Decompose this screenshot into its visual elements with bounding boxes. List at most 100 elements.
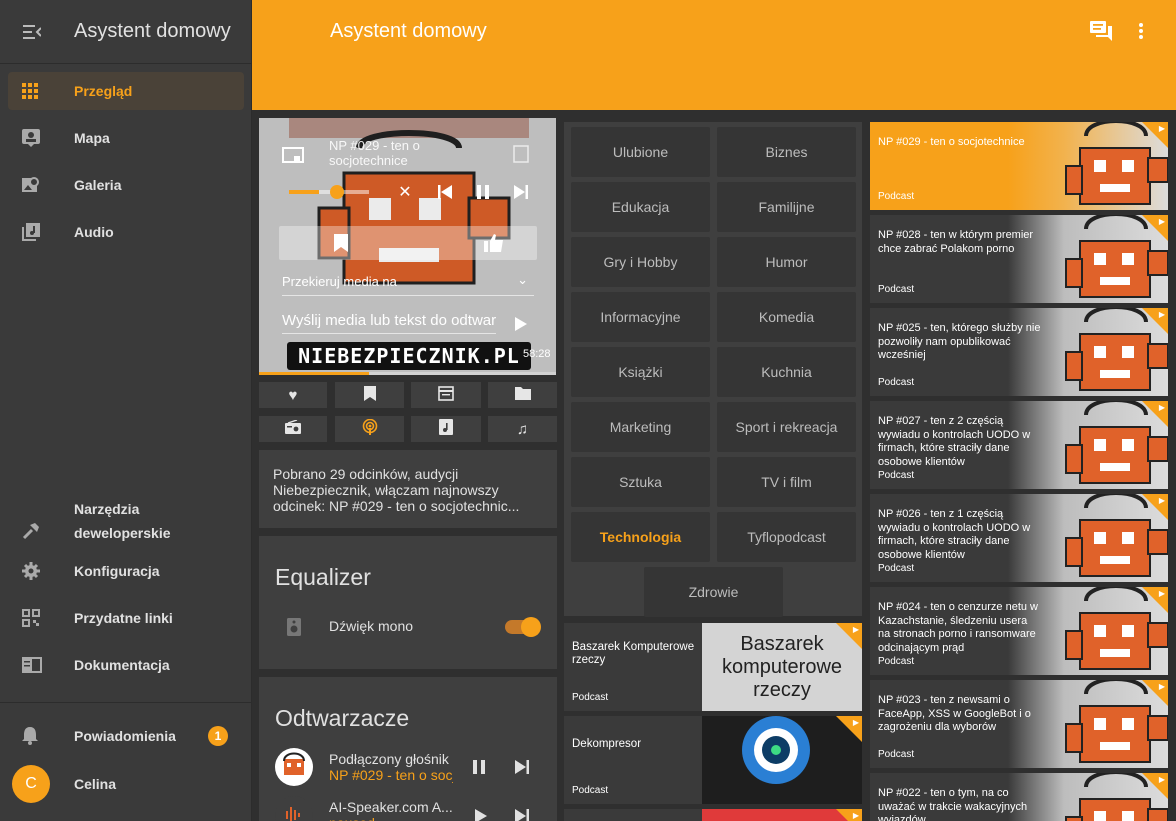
calendar-tile[interactable] (411, 382, 481, 408)
episode-tile[interactable]: NP #026 - ten z 1 częścią wywiadu o kont… (870, 494, 1168, 582)
audiobook-tile[interactable] (411, 416, 481, 442)
category-edukacja[interactable]: Edukacja (571, 182, 710, 232)
media-progress[interactable] (259, 372, 556, 375)
play-corner-icon[interactable] (836, 809, 862, 821)
sidebar-item-label: Galeria (74, 177, 122, 193)
toggle-knob (521, 617, 541, 637)
sidebar-item-map[interactable]: Mapa (8, 119, 244, 157)
music-tile[interactable]: ♫ (488, 416, 557, 442)
play-corner-icon[interactable] (1142, 494, 1168, 520)
category-sztuka[interactable]: Sztuka (571, 457, 710, 507)
play-corner-icon[interactable] (1142, 680, 1168, 706)
category-sport-i-rekreacja[interactable]: Sport i rekreacja (717, 402, 856, 452)
category-ulubione[interactable]: Ulubione (571, 127, 710, 177)
episode-tile[interactable]: NP #029 - ten o socjotechnice Podcast (870, 122, 1168, 210)
category-książki[interactable]: Książki (571, 347, 710, 397)
episode-tile[interactable]: NP #028 - ten w którym premier chce zabr… (870, 215, 1168, 303)
episode-tile[interactable]: NP #027 - ten z 2 częścią wywiadu o kont… (870, 401, 1168, 489)
skip-previous-icon[interactable] (435, 182, 455, 202)
bell-icon (8, 727, 56, 745)
mono-toggle[interactable] (505, 617, 541, 637)
send-media-input[interactable]: Wyślij media lub tekst do odtwarzacza (282, 312, 496, 334)
category-zdrowie[interactable]: Zdrowie (644, 567, 783, 617)
sidebar-item-label: Mapa (74, 130, 110, 146)
category-marketing[interactable]: Marketing (571, 402, 710, 452)
category-tyflopodcast[interactable]: Tyflopodcast (717, 512, 856, 562)
volume-slider[interactable] (289, 185, 369, 199)
favorites-tile[interactable]: ♥ (259, 382, 327, 408)
image-search-icon (8, 176, 56, 194)
shuffle-icon[interactable]: ✕ (395, 182, 415, 202)
episode-tile[interactable]: NP #022 - ten o tym, na co uważać w trak… (870, 773, 1168, 821)
play-icon[interactable] (475, 809, 487, 821)
players-card: Odtwarzacze Podłączony głośnik NP #029 -… (259, 677, 557, 821)
category-familijne[interactable]: Familijne (717, 182, 856, 232)
pause-icon[interactable] (473, 182, 493, 202)
folder-tile[interactable] (488, 382, 557, 408)
play-corner-icon[interactable] (1142, 122, 1168, 148)
sidebar-item-gallery[interactable]: Galeria (8, 166, 244, 204)
sidebar-header: Asystent domowy (0, 0, 251, 64)
sidebar-item-user[interactable]: C Celina (8, 764, 244, 804)
skip-next-icon[interactable] (515, 760, 529, 779)
play-corner-icon[interactable] (1142, 215, 1168, 241)
skip-next-icon[interactable] (515, 809, 529, 821)
send-play-icon[interactable] (511, 314, 531, 334)
more-vert-icon[interactable] (1128, 18, 1154, 44)
play-corner-icon[interactable] (836, 623, 862, 649)
sidebar-item-links[interactable]: Przydatne linki (8, 599, 244, 637)
player-status: NP #029 - ten o socjotechnice (329, 767, 453, 783)
category-informacyjne[interactable]: Informacyjne (571, 292, 710, 342)
conversation-icon[interactable] (1088, 18, 1114, 44)
podcast-tile[interactable] (335, 416, 404, 442)
podcast-tile[interactable]: Baszarek Komputerowe rzeczy Podcast Basz… (564, 623, 862, 711)
sidebar-item-docs[interactable]: Dokumentacja (8, 646, 244, 684)
sidebar-item-label: Dokumentacja (74, 657, 170, 673)
radio-tile[interactable] (259, 416, 327, 442)
sidebar-item-overview[interactable]: Przegląd (8, 72, 244, 110)
media-progress-fill (259, 372, 369, 375)
category-humor[interactable]: Humor (717, 237, 856, 287)
podcast-tile[interactable]: Dekompresor Podcast (564, 716, 862, 804)
sidebar-item-dev-tools[interactable]: Narzędzia deweloperskie (8, 496, 244, 546)
bookmark-add-icon[interactable] (331, 233, 351, 253)
play-corner-icon[interactable] (1142, 308, 1168, 334)
episode-title: NP #029 - ten o socjotechnice (878, 136, 1025, 148)
category-komedia[interactable]: Komedia (717, 292, 856, 342)
category-tv-i-film[interactable]: TV i film (717, 457, 856, 507)
category-technologia[interactable]: Technologia (571, 512, 710, 562)
redirect-media-dropdown[interactable]: Przekieruj media na ⌄ (282, 272, 534, 296)
play-corner-icon[interactable] (1142, 401, 1168, 427)
media-title: NP #029 - ten o socjotechnice (329, 138, 420, 168)
skip-next-icon[interactable] (511, 182, 531, 202)
podcast-tile[interactable] (564, 809, 862, 821)
play-corner-icon[interactable] (836, 716, 862, 742)
episode-kind: Podcast (878, 377, 915, 388)
player-row[interactable]: AI-Speaker.com A... paused (275, 795, 543, 821)
category-biznes[interactable]: Biznes (717, 127, 856, 177)
play-corner-icon[interactable] (1142, 587, 1168, 613)
play-corner-icon[interactable] (1142, 773, 1168, 799)
cast-icon[interactable] (281, 144, 305, 168)
media-info-icon[interactable] (511, 144, 531, 164)
episode-tile[interactable]: NP #023 - ten z newsami o FaceApp, XSS w… (870, 680, 1168, 768)
sidebar-item-notifications[interactable]: Powiadomienia 1 (8, 717, 244, 755)
sidebar-item-audio[interactable]: Audio (8, 213, 244, 251)
episode-tile[interactable]: NP #025 - ten, którego służby nie pozwol… (870, 308, 1168, 396)
pause-icon[interactable] (473, 760, 485, 779)
mono-label: Dźwięk mono (329, 618, 414, 634)
episode-tile[interactable]: NP #024 - ten o cenzurze netu w Kazachst… (870, 587, 1168, 675)
podcast-kind: Podcast (572, 785, 609, 796)
player-row[interactable]: Podłączony głośnik NP #029 - ten o socjo… (275, 747, 543, 787)
volume-slider-knob[interactable] (330, 185, 344, 199)
category-kuchnia[interactable]: Kuchnia (717, 347, 856, 397)
bookmarks-tile[interactable] (335, 382, 404, 408)
status-card: Pobrano 29 odcinków, audycji Niebezpiecz… (259, 450, 557, 528)
map-account-icon (8, 129, 56, 147)
thumb-up-icon[interactable] (483, 233, 505, 253)
episode-kind: Podcast (878, 563, 915, 574)
menu-collapse-icon[interactable] (0, 0, 64, 64)
podcast-icon (362, 418, 378, 439)
sidebar-item-config[interactable]: Konfiguracja (8, 552, 244, 590)
category-gry-i-hobby[interactable]: Gry i Hobby (571, 237, 710, 287)
